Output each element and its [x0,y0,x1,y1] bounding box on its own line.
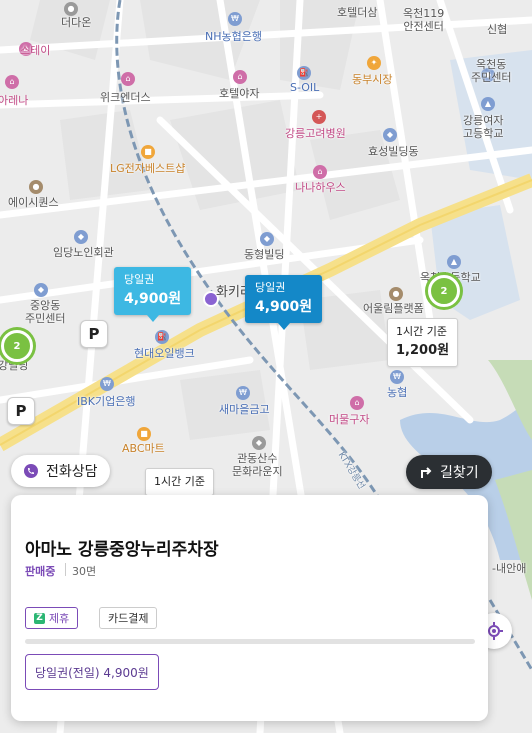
map-label: 관동산수 문화라운지 [232,452,283,478]
price-marker-type: 당일권 [255,281,286,294]
map-label: 신협 [487,23,508,36]
cluster-marker[interactable]: 2 [1,330,33,362]
map-label: 효성빌딩동 [368,145,419,158]
map-label: 농협 [387,386,408,399]
map-label: 임당노인회관 [53,246,114,259]
map-label: 옥천119 안전센터 [403,7,445,33]
day-ticket-button[interactable]: 당일권(전일) 4,900원 [25,654,159,690]
map-label: 동형빌딩 [244,248,285,261]
map-label: ABC마트 [122,442,165,455]
cafe-icon: ● [64,2,78,16]
hourly-price-marker[interactable]: 1시간 기준 1,200원 [387,318,459,367]
cafe-icon: ● [389,287,403,301]
building-icon: ◆ [74,230,88,244]
cafe-icon: ● [29,180,43,194]
hospital-icon: + [312,110,326,124]
map-label: 더다온 [61,16,92,29]
gas-station-icon: ⛽ [297,66,311,80]
shop-icon: ■ [137,427,151,441]
map-label: 아레나 [0,94,29,107]
parking-price-marker[interactable]: 당일권 4,900원 [114,267,192,322]
map-label: NH농협은행 [205,30,262,43]
partner-badge: Z 제휴 [25,607,79,629]
school-icon: ▲ [447,255,461,269]
parking-lot-title: 아마노 강릉중앙누리주차장 [25,540,219,560]
hourly-marker-label: 1시간 기준 [396,325,447,338]
map-label: 강릉여자 고등학교 [463,114,504,140]
hourly-marker-price: 1,200원 [396,343,450,358]
map-label: 새마을금고 [219,403,270,416]
price-marker-price: 4,900원 [124,291,182,307]
card-payment-badge: 카드결제 [99,607,158,629]
map-label: 어울림플랫폼 [363,302,424,315]
gas-station-icon: ⛽ [155,330,169,344]
partner-logo-icon: Z [34,612,45,624]
map-label: 호텔더삼 [337,6,378,19]
cluster-marker[interactable]: 2 [428,275,460,307]
map-label: 동부시장 [352,73,393,86]
building-icon: ◆ [34,283,48,297]
hotel-icon: ⌂ [350,396,364,410]
price-marker-type: 당일권 [124,273,155,286]
map-label: 나나하우스 [295,181,346,194]
map-label: S-OIL [290,81,320,94]
hotel-icon: ⌂ [121,72,135,86]
map-label: 위크엔더스 [100,91,151,104]
map-label: 스테이 [20,44,51,57]
map-label: 강릉고려병원 [285,127,346,140]
school-icon: ▲ [481,97,495,111]
hotel-icon: ⌂ [5,75,19,89]
map-label: 머물구자 [329,413,370,426]
turn-right-arrow-icon [421,467,432,478]
bank-icon: ₩ [100,377,114,391]
building-icon: ◆ [260,232,274,246]
directions-button[interactable]: 길찾기 [406,455,492,489]
map-label: -내안애 [492,562,527,575]
hotel-icon: ⌂ [313,165,327,179]
parking-lot-card[interactable]: 아마노 강릉중앙누리주차장 판매중 30면 Z 제휴 카드결제 당일권(전일) … [11,495,488,721]
shop-icon: ■ [141,145,155,159]
parking-capacity: 30면 [72,565,97,578]
parking-marker[interactable]: P [80,320,108,348]
map-label: 중앙동 주민센터 [25,299,66,325]
building-icon: ◆ [252,436,266,450]
map-label: 옥천동 주민센터 [471,58,512,84]
map-label: IBK기업은행 [77,395,136,408]
map-label: LG전자베스트샵 [110,162,186,175]
hourly-marker-label: 1시간 기준 [154,475,205,488]
map-label: 현대오일뱅크 [134,347,195,360]
phone-consult-label: 전화상담 [46,464,98,480]
hotel-icon: ⌂ [233,70,247,84]
parking-price-marker-selected[interactable]: 당일권 4,900원 [245,275,323,330]
sale-status: 판매중 [25,565,56,578]
market-icon: ✦ [367,56,381,70]
directions-label: 길찾기 [440,465,479,481]
bank-icon: ₩ [390,370,404,384]
price-marker-price: 4,900원 [255,299,313,315]
divider-bar [25,639,475,644]
map-label: 에이시퀀스 [8,196,59,209]
map-label: 호텔야자 [219,87,260,100]
parking-marker[interactable]: P [7,397,35,425]
bank-icon: ₩ [228,12,242,26]
partner-badge-label: 제휴 [49,612,70,625]
divider [65,563,66,576]
phone-consult-button[interactable]: 전화상담 [11,455,110,487]
hourly-price-marker[interactable]: 1시간 기준 [145,468,214,496]
bank-icon: ₩ [236,386,250,400]
phone-consult-icon [24,464,38,478]
building-icon: ◆ [383,128,397,142]
